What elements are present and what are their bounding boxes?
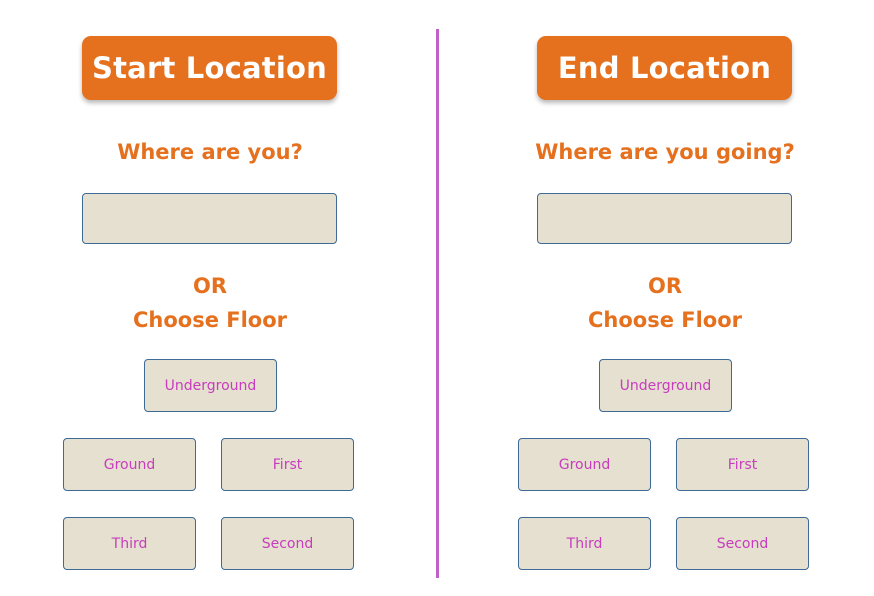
start-location-button[interactable]: Start Location	[82, 36, 337, 100]
start-question-label: Where are you?	[117, 140, 303, 164]
end-floor-second-button[interactable]: Second	[676, 517, 809, 570]
start-floor-second-button[interactable]: Second	[221, 517, 354, 570]
start-floor-first-button[interactable]: First	[221, 438, 354, 491]
start-choose-floor-label: Choose Floor	[132, 308, 288, 332]
start-floor-underground-button[interactable]: Underground	[144, 359, 277, 412]
end-floor-third-button[interactable]: Third	[518, 517, 651, 570]
end-location-input[interactable]	[537, 193, 792, 244]
end-question-label: Where are you going?	[535, 140, 795, 164]
end-floor-underground-button[interactable]: Underground	[599, 359, 732, 412]
start-floor-ground-button[interactable]: Ground	[63, 438, 196, 491]
end-or-label: OR	[647, 274, 683, 298]
start-location-panel: Start Location Where are you? OR Choose …	[0, 0, 420, 596]
start-floor-third-button[interactable]: Third	[63, 517, 196, 570]
start-location-input[interactable]	[82, 193, 337, 244]
end-floor-ground-button[interactable]: Ground	[518, 438, 651, 491]
end-floor-first-button[interactable]: First	[676, 438, 809, 491]
end-choose-floor-label: Choose Floor	[587, 308, 743, 332]
end-location-panel: End Location Where are you going? OR Cho…	[455, 0, 874, 596]
end-location-button[interactable]: End Location	[537, 36, 792, 100]
panel-divider	[436, 29, 439, 578]
start-or-label: OR	[192, 274, 228, 298]
